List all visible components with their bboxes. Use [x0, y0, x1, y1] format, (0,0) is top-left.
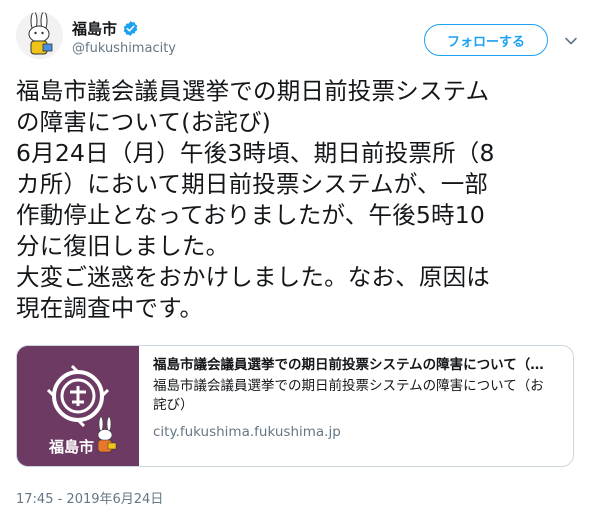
- card-domain: city.fukushima.fukushima.jp: [153, 424, 341, 440]
- card-description-line: 詫び）: [153, 397, 194, 413]
- card-description-line: 福島市議会議員選挙での期日前投票システムの障害について（お: [153, 378, 544, 394]
- tweet-line: 作動停止となっておりましたが、午後5時10: [16, 201, 485, 229]
- tweet-text: 福島市議会議員選挙での期日前投票システム の障害について(お詫び) 6月24日（…: [16, 76, 576, 324]
- tweet-timestamp[interactable]: 17:45 - 2019年6月24日: [16, 488, 163, 507]
- verified-badge-icon: [123, 21, 138, 36]
- link-card[interactable]: 福島市 福島市議会議員選挙での期日前投票システムの障害について（… 福島市議会議…: [16, 345, 574, 467]
- follow-button[interactable]: フォローする: [424, 24, 548, 56]
- card-body: 福島市議会議員選挙での期日前投票システムの障害について（… 福島市議会議員選挙で…: [139, 346, 573, 466]
- avatar[interactable]: [16, 12, 63, 59]
- rabbit-mascot-icon: [16, 12, 63, 59]
- user-handle[interactable]: @fukushimacity: [72, 41, 176, 56]
- card-title[interactable]: 福島市議会議員選挙での期日前投票システムの障害について（…: [153, 355, 559, 375]
- city-emblem-icon: 福島市: [17, 346, 139, 466]
- tweet-header: 福島市 @fukushimacity フォローする: [16, 12, 577, 60]
- card-thumb-label: 福島市: [48, 438, 94, 456]
- card-description: 福島市議会議員選挙での期日前投票システムの障害について（お 詫び）: [153, 377, 559, 415]
- tweet-line: の障害について(お詫び): [16, 108, 272, 136]
- tweet-line: カ所）において期日前投票システムが、一部: [16, 170, 489, 198]
- card-thumbnail: 福島市: [17, 346, 139, 466]
- tweet-line: 福島市議会議員選挙での期日前投票システム: [16, 77, 490, 105]
- tweet-line: 大変ご迷惑をおかけしました。なお、原因は: [16, 263, 490, 291]
- tweet-line: 分に復旧しました。: [16, 232, 230, 260]
- display-name[interactable]: 福島市: [72, 18, 117, 39]
- chevron-down-icon[interactable]: [564, 34, 578, 48]
- tweet-line: 6月24日（月）午後3時頃、期日前投票所（8: [16, 139, 495, 167]
- name-row: 福島市: [72, 18, 139, 39]
- tweet-line: 現在調査中です。: [16, 294, 204, 322]
